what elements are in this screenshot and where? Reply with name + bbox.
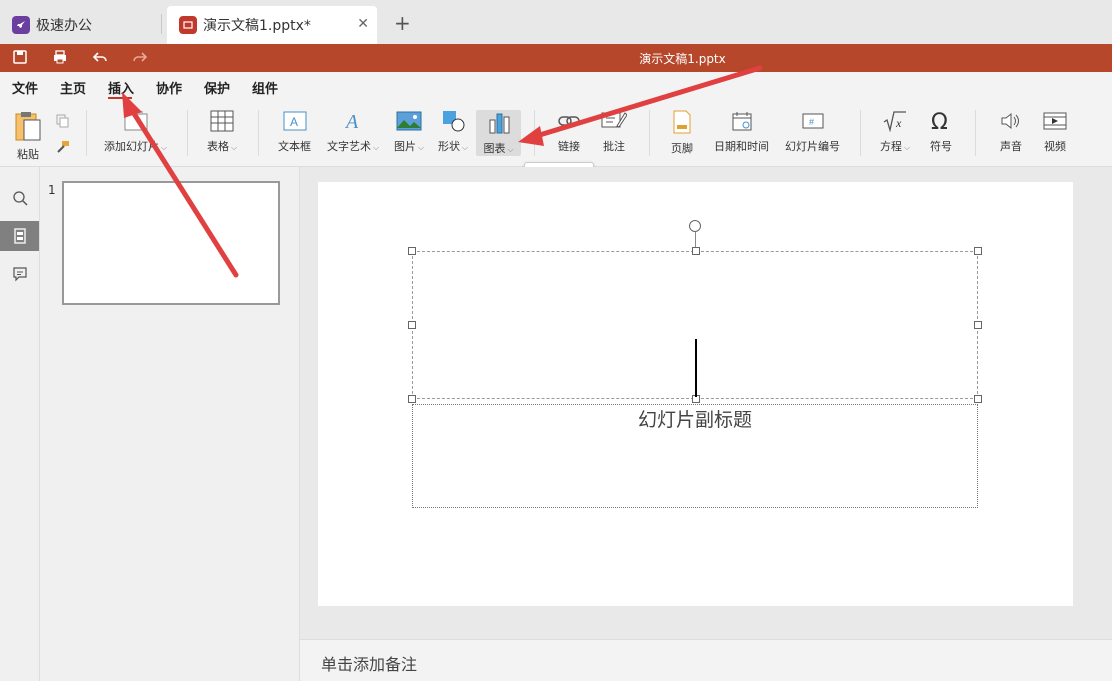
search-icon[interactable] [0, 183, 39, 213]
video-button[interactable]: 视频 [1043, 110, 1067, 154]
omega-icon: Ω [931, 110, 948, 132]
resize-handle[interactable] [974, 247, 982, 255]
menu-collaborate[interactable]: 协作 [156, 78, 182, 97]
tab-home-label: 极速办公 [36, 18, 92, 34]
slide-thumbnails-panel: 1 [40, 167, 300, 681]
comment-button[interactable]: 批注 [601, 110, 627, 154]
svg-text:A: A [344, 111, 359, 132]
slide[interactable]: 幻灯片副标题 [318, 182, 1073, 606]
presentation-icon [179, 16, 197, 34]
tab-home[interactable]: 极速办公 [0, 6, 160, 44]
chart-button[interactable]: 图表 ⌵ [476, 110, 521, 156]
menu-components[interactable]: 组件 [252, 78, 278, 97]
document-title: 演示文稿1.pptx [639, 52, 726, 66]
tab-divider [161, 14, 162, 34]
table-button[interactable]: 表格 ⌵ [207, 110, 237, 154]
menu-bar: 文件 主页 插入 协作 保护 组件 [0, 72, 1112, 100]
slide-number-icon: # [802, 113, 823, 129]
notes-placeholder: 单击添加备注 [321, 655, 418, 674]
resize-handle[interactable] [408, 247, 416, 255]
svg-text:A: A [290, 115, 298, 129]
footer-icon [673, 110, 691, 134]
video-icon [1043, 112, 1067, 130]
svg-text:Ω: Ω [931, 110, 948, 132]
add-slide-button[interactable]: 添加幻灯片 ⌵ [104, 110, 167, 154]
bar-chart-icon [489, 113, 509, 134]
textbox-button[interactable]: A 文本框 [278, 110, 311, 154]
footer-button[interactable]: 页脚 [671, 110, 693, 156]
notes-pane[interactable]: 单击添加备注 [300, 639, 1112, 681]
audio-button[interactable]: 声音 [999, 110, 1023, 154]
calendar-icon [732, 112, 751, 131]
resize-handle[interactable] [974, 321, 982, 329]
wordart-icon: A [344, 111, 359, 132]
add-slide-icon [124, 111, 148, 131]
shape-button[interactable]: 形状 ⌵ [438, 110, 468, 154]
comments-panel-icon[interactable] [0, 259, 39, 289]
menu-home[interactable]: 主页 [60, 78, 86, 97]
subtitle-placeholder[interactable]: 幻灯片副标题 [412, 404, 978, 508]
resize-handle[interactable] [408, 395, 416, 403]
tab-bar: 极速办公 演示文稿1.pptx* ✕ + [0, 0, 1112, 44]
wordart-button[interactable]: A 文字艺术 ⌵ [327, 110, 379, 154]
tab-document[interactable]: 演示文稿1.pptx* ✕ [167, 6, 377, 44]
equation-icon: x [883, 111, 907, 132]
picture-button[interactable]: 图片 ⌵ [394, 110, 424, 154]
link-icon [558, 116, 580, 126]
menu-protect[interactable]: 保护 [204, 78, 230, 97]
slide-canvas-area: 幻灯片副标题 [300, 167, 1112, 639]
add-tab-icon[interactable]: + [394, 11, 411, 35]
paste-button[interactable]: 粘贴 [14, 110, 42, 162]
left-sidebar [0, 167, 40, 681]
tab-document-label: 演示文稿1.pptx* [203, 18, 311, 34]
format-painter-icon[interactable] [56, 140, 70, 157]
picture-icon [396, 111, 422, 131]
symbol-button[interactable]: Ω 符号 [929, 110, 953, 154]
link-button[interactable]: 链接 [557, 110, 581, 154]
shape-icon [443, 111, 465, 132]
svg-text:x: x [895, 116, 902, 130]
title-bar: 演示文稿1.pptx [0, 44, 1112, 72]
textbox-icon: A [283, 111, 306, 131]
table-icon [210, 110, 234, 132]
svg-text:#: # [809, 117, 814, 127]
menu-file[interactable]: 文件 [12, 78, 38, 97]
slides-panel-icon[interactable] [0, 221, 39, 251]
rocket-icon [12, 16, 30, 34]
slide-number-button[interactable]: # 幻灯片编号 [785, 110, 840, 154]
resize-handle[interactable] [974, 395, 982, 403]
speaker-icon [1001, 112, 1019, 130]
menu-insert[interactable]: 插入 [108, 78, 134, 97]
equation-button[interactable]: x 方程 ⌵ [880, 110, 910, 154]
resize-handle[interactable] [692, 247, 700, 255]
clipboard-icon [15, 112, 41, 141]
text-cursor [695, 339, 697, 397]
slide-thumbnail[interactable] [62, 181, 280, 305]
copy-icon[interactable] [56, 114, 70, 131]
slide-number: 1 [48, 183, 56, 197]
resize-handle[interactable] [408, 321, 416, 329]
comment-icon [601, 112, 627, 128]
subtitle-text: 幻灯片副标题 [637, 409, 752, 431]
datetime-button[interactable]: 日期和时间 [714, 110, 769, 154]
ribbon-toolbar: 粘贴 添加幻灯片 ⌵ 表格 ⌵ A 文本框 A 文字艺术 ⌵ 图片 ⌵ 形状 ⌵ 图表 [0, 100, 1112, 167]
rotate-handle[interactable] [689, 220, 701, 232]
active-menu-indicator [108, 97, 132, 99]
close-icon[interactable]: ✕ [357, 16, 369, 32]
